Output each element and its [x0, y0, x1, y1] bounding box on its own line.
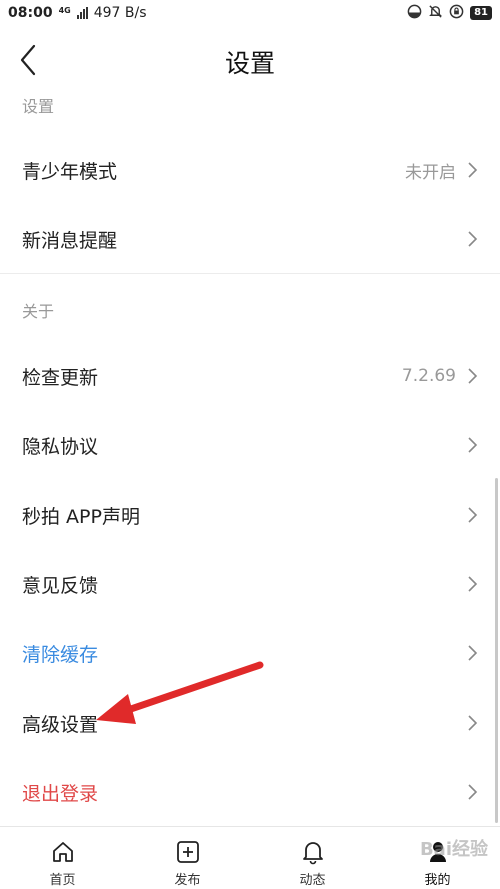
- row-label: 清除缓存: [22, 643, 99, 666]
- nav-label: 首页: [49, 873, 76, 888]
- logout-row[interactable]: 退出登录: [0, 758, 500, 826]
- settings-screen: 08:00 4G 497 B/s 81 设置 设置 青少年模式 未开启 新消息提…: [0, 0, 500, 889]
- network-type: 4G: [58, 6, 71, 15]
- feedback-row[interactable]: 意见反馈: [0, 550, 500, 618]
- watermark: Bai经验: [419, 839, 488, 860]
- app-statement-row[interactable]: 秒拍 APP声明: [0, 481, 500, 549]
- chevron-right-icon: [468, 162, 478, 178]
- nav-activity[interactable]: 动态: [250, 827, 375, 889]
- chevron-right-icon: [468, 437, 478, 453]
- version-value: 7.2.69: [401, 366, 456, 386]
- status-left: 08:00 4G 497 B/s: [8, 5, 147, 21]
- clear-cache-row[interactable]: 清除缓存: [0, 619, 500, 687]
- row-label: 青少年模式: [22, 160, 118, 183]
- section-divider: [0, 273, 500, 274]
- scrollbar[interactable]: [495, 478, 498, 823]
- chevron-right-icon: [468, 231, 478, 247]
- check-update-row[interactable]: 检查更新 7.2.69: [0, 342, 500, 410]
- chevron-right-icon: [468, 507, 478, 523]
- nav-home[interactable]: 首页: [0, 827, 125, 889]
- page-title: 设置: [224, 49, 275, 78]
- add-square-icon: [176, 841, 199, 863]
- home-icon: [52, 842, 73, 862]
- lock-icon: [449, 4, 464, 23]
- data-saver-icon: [407, 4, 422, 23]
- chevron-right-icon: [468, 576, 478, 592]
- chevron-right-icon: [468, 715, 478, 731]
- advanced-settings-row[interactable]: 高级设置: [0, 689, 500, 757]
- chevron-right-icon: [468, 784, 478, 800]
- mute-bell-icon: [428, 4, 443, 23]
- teen-mode-row[interactable]: 青少年模式 未开启: [0, 136, 500, 204]
- row-label: 隐私协议: [22, 435, 99, 458]
- battery-icon: 81: [470, 6, 492, 20]
- row-label: 高级设置: [22, 713, 99, 736]
- nav-label: 发布: [174, 873, 201, 888]
- status-time: 08:00: [8, 5, 53, 21]
- status-right: 81: [407, 4, 492, 23]
- row-label: 退出登录: [22, 782, 99, 805]
- message-notify-row[interactable]: 新消息提醒: [0, 205, 500, 273]
- chevron-right-icon: [468, 368, 478, 384]
- row-label: 新消息提醒: [22, 229, 118, 252]
- title-bar: 设置: [0, 26, 500, 94]
- row-label: 意见反馈: [22, 574, 99, 597]
- bell-icon: [302, 842, 323, 865]
- row-value: 未开启: [405, 162, 456, 183]
- section-title-settings: 设置: [22, 97, 55, 116]
- row-label: 检查更新: [22, 366, 99, 389]
- network-speed: 497 B/s: [93, 5, 147, 21]
- signal-icon: [76, 7, 88, 19]
- nav-label: 动态: [299, 873, 326, 888]
- status-bar: 08:00 4G 497 B/s 81: [0, 0, 500, 26]
- chevron-right-icon: [468, 645, 478, 661]
- nav-label: 我的: [424, 873, 451, 888]
- privacy-policy-row[interactable]: 隐私协议: [0, 411, 500, 479]
- section-title-about: 关于: [22, 302, 55, 321]
- row-label: 秒拍 APP声明: [22, 505, 140, 528]
- nav-publish[interactable]: 发布: [125, 827, 250, 889]
